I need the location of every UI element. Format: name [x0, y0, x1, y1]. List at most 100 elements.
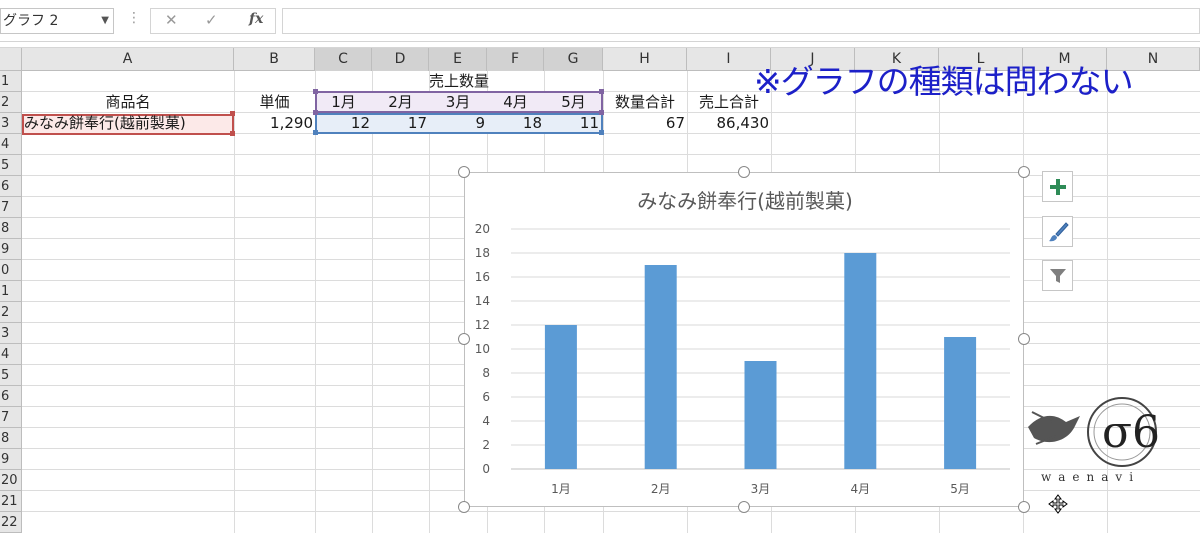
brush-icon [1048, 221, 1069, 241]
cell-qty-total-header[interactable]: 数量合計 [603, 92, 687, 113]
column-header-b[interactable]: B [234, 48, 315, 71]
x-tick-label: 1月 [551, 482, 571, 496]
cell-month-header[interactable]: 3月 [429, 92, 487, 113]
chart-resize-handle[interactable] [738, 501, 750, 513]
cell-quantity[interactable]: 11 [544, 113, 599, 134]
cell-month-header[interactable]: 4月 [487, 92, 544, 113]
y-tick-label: 0 [482, 462, 490, 476]
y-tick-label: 18 [475, 246, 490, 260]
column-header-d[interactable]: D [372, 48, 429, 71]
enter-icon[interactable]: ✓ [205, 11, 218, 29]
y-tick-label: 8 [482, 366, 490, 380]
cell-quantity[interactable]: 17 [372, 113, 427, 134]
x-tick-label: 3月 [751, 482, 771, 496]
chart-styles-button[interactable] [1042, 216, 1073, 247]
row-header[interactable]: 22 [0, 512, 21, 533]
chart-resize-handle[interactable] [1018, 501, 1030, 513]
y-tick-label: 20 [475, 222, 490, 236]
cell-product-name[interactable]: みなみ餅奉行(越前製菓) [24, 113, 234, 134]
chart-bar[interactable] [744, 361, 777, 469]
chart-resize-handle[interactable] [458, 166, 470, 178]
row-header[interactable]: 9 [0, 239, 21, 260]
y-tick-label: 2 [482, 438, 490, 452]
cell-sales-total[interactable]: 86,430 [687, 113, 770, 134]
row-header[interactable]: 4 [0, 344, 21, 365]
row-header[interactable]: 3 [0, 323, 21, 344]
row-header[interactable]: 7 [0, 407, 21, 428]
cell-month-header[interactable]: 2月 [372, 92, 429, 113]
cell-unit-price[interactable]: 1,290 [234, 113, 313, 134]
row-header[interactable]: 21 [0, 491, 21, 512]
row-header[interactable]: 8 [0, 428, 21, 449]
column-header-f[interactable]: F [487, 48, 544, 71]
y-tick-label: 16 [475, 270, 490, 284]
row-header[interactable]: 6 [0, 386, 21, 407]
row-header[interactable]: 1 [0, 281, 21, 302]
cell-qty-total[interactable]: 67 [603, 113, 685, 134]
chart-resize-handle[interactable] [458, 501, 470, 513]
y-tick-label: 4 [482, 414, 490, 428]
row-header[interactable]: 4 [0, 134, 21, 155]
row-header[interactable]: 2 [0, 302, 21, 323]
chart-bar[interactable] [944, 337, 977, 469]
cell-month-header[interactable]: 5月 [544, 92, 603, 113]
row-header[interactable]: 7 [0, 197, 21, 218]
formula-bar-buttons: ✕ ✓ fx [150, 8, 276, 34]
cell-quantity[interactable]: 9 [429, 113, 485, 134]
chart-elements-button[interactable] [1042, 171, 1073, 202]
y-tick-label: 6 [482, 390, 490, 404]
row-header[interactable]: 5 [0, 365, 21, 386]
chart-bar[interactable] [644, 265, 677, 469]
formula-bar: グラフ 2 ▼ ⋮ ✕ ✓ fx [0, 0, 1200, 42]
cell-product-header[interactable]: 商品名 [22, 92, 234, 113]
cell-quantity[interactable]: 12 [315, 113, 370, 134]
formula-bar-separator: ⋮ [127, 10, 141, 26]
column-header-c[interactable]: C [315, 48, 372, 71]
move-cursor-icon [1048, 494, 1068, 514]
x-tick-label: 4月 [850, 482, 870, 496]
column-header-a[interactable]: A [22, 48, 234, 71]
row-header[interactable]: 6 [0, 176, 21, 197]
row-header[interactable]: 20 [0, 470, 21, 491]
chart-bar[interactable] [544, 325, 577, 469]
cell-unit-price-header[interactable]: 単価 [234, 92, 315, 113]
chart-resize-handle[interactable] [1018, 333, 1030, 345]
chart-plot: 0 2 4 6 8 10 12 14 16 18 20 1月 2月 3月 4月 5月 [475, 222, 1010, 496]
cancel-icon[interactable]: ✕ [165, 11, 178, 29]
x-tick-label: 2月 [651, 482, 671, 496]
cell-quantity[interactable]: 18 [487, 113, 542, 134]
chevron-down-icon[interactable]: ▼ [101, 9, 109, 33]
column-header-e[interactable]: E [429, 48, 487, 71]
filter-icon [1049, 268, 1066, 283]
name-box[interactable]: グラフ 2 ▼ [0, 8, 114, 34]
column-header-g[interactable]: G [544, 48, 603, 71]
bar-chart[interactable]: 0 2 4 6 8 10 12 14 16 18 20 1月 2月 3月 4月 5月 みなみ餅奉行(越前製菓) [464, 172, 1024, 507]
row-header-bar: 1 2 3 4 5 6 7 8 9 0 1 2 3 4 5 6 7 8 9 20… [0, 71, 22, 533]
row-header[interactable]: 0 [0, 260, 21, 281]
cell-merged-header[interactable]: 売上数量 [315, 71, 603, 92]
chart-filters-button[interactable] [1042, 260, 1073, 291]
row-header[interactable]: 2 [0, 92, 21, 113]
chart-resize-handle[interactable] [1018, 166, 1030, 178]
x-tick-label: 5月 [950, 482, 970, 496]
watermark-text: waenavi [1041, 470, 1141, 484]
chart-bar[interactable] [844, 253, 877, 469]
select-all-corner[interactable] [0, 48, 22, 71]
row-header[interactable]: 3 [0, 113, 21, 134]
chart-title[interactable]: みなみ餅奉行(越前製菓) [465, 185, 1025, 214]
y-tick-label: 14 [475, 294, 490, 308]
y-tick-label: 12 [475, 318, 490, 332]
y-tick-label: 10 [475, 342, 490, 356]
chart-resize-handle[interactable] [738, 166, 750, 178]
formula-input[interactable] [282, 8, 1200, 34]
plus-icon [1049, 178, 1066, 195]
insert-function-icon[interactable]: fx [249, 11, 263, 27]
svg-text:σ6: σ6 [1102, 407, 1160, 458]
cell-month-header[interactable]: 1月 [315, 92, 372, 113]
chart-resize-handle[interactable] [458, 333, 470, 345]
row-header[interactable]: 9 [0, 449, 21, 470]
column-header-h[interactable]: H [603, 48, 687, 71]
row-header[interactable]: 8 [0, 218, 21, 239]
row-header[interactable]: 1 [0, 71, 21, 92]
row-header[interactable]: 5 [0, 155, 21, 176]
